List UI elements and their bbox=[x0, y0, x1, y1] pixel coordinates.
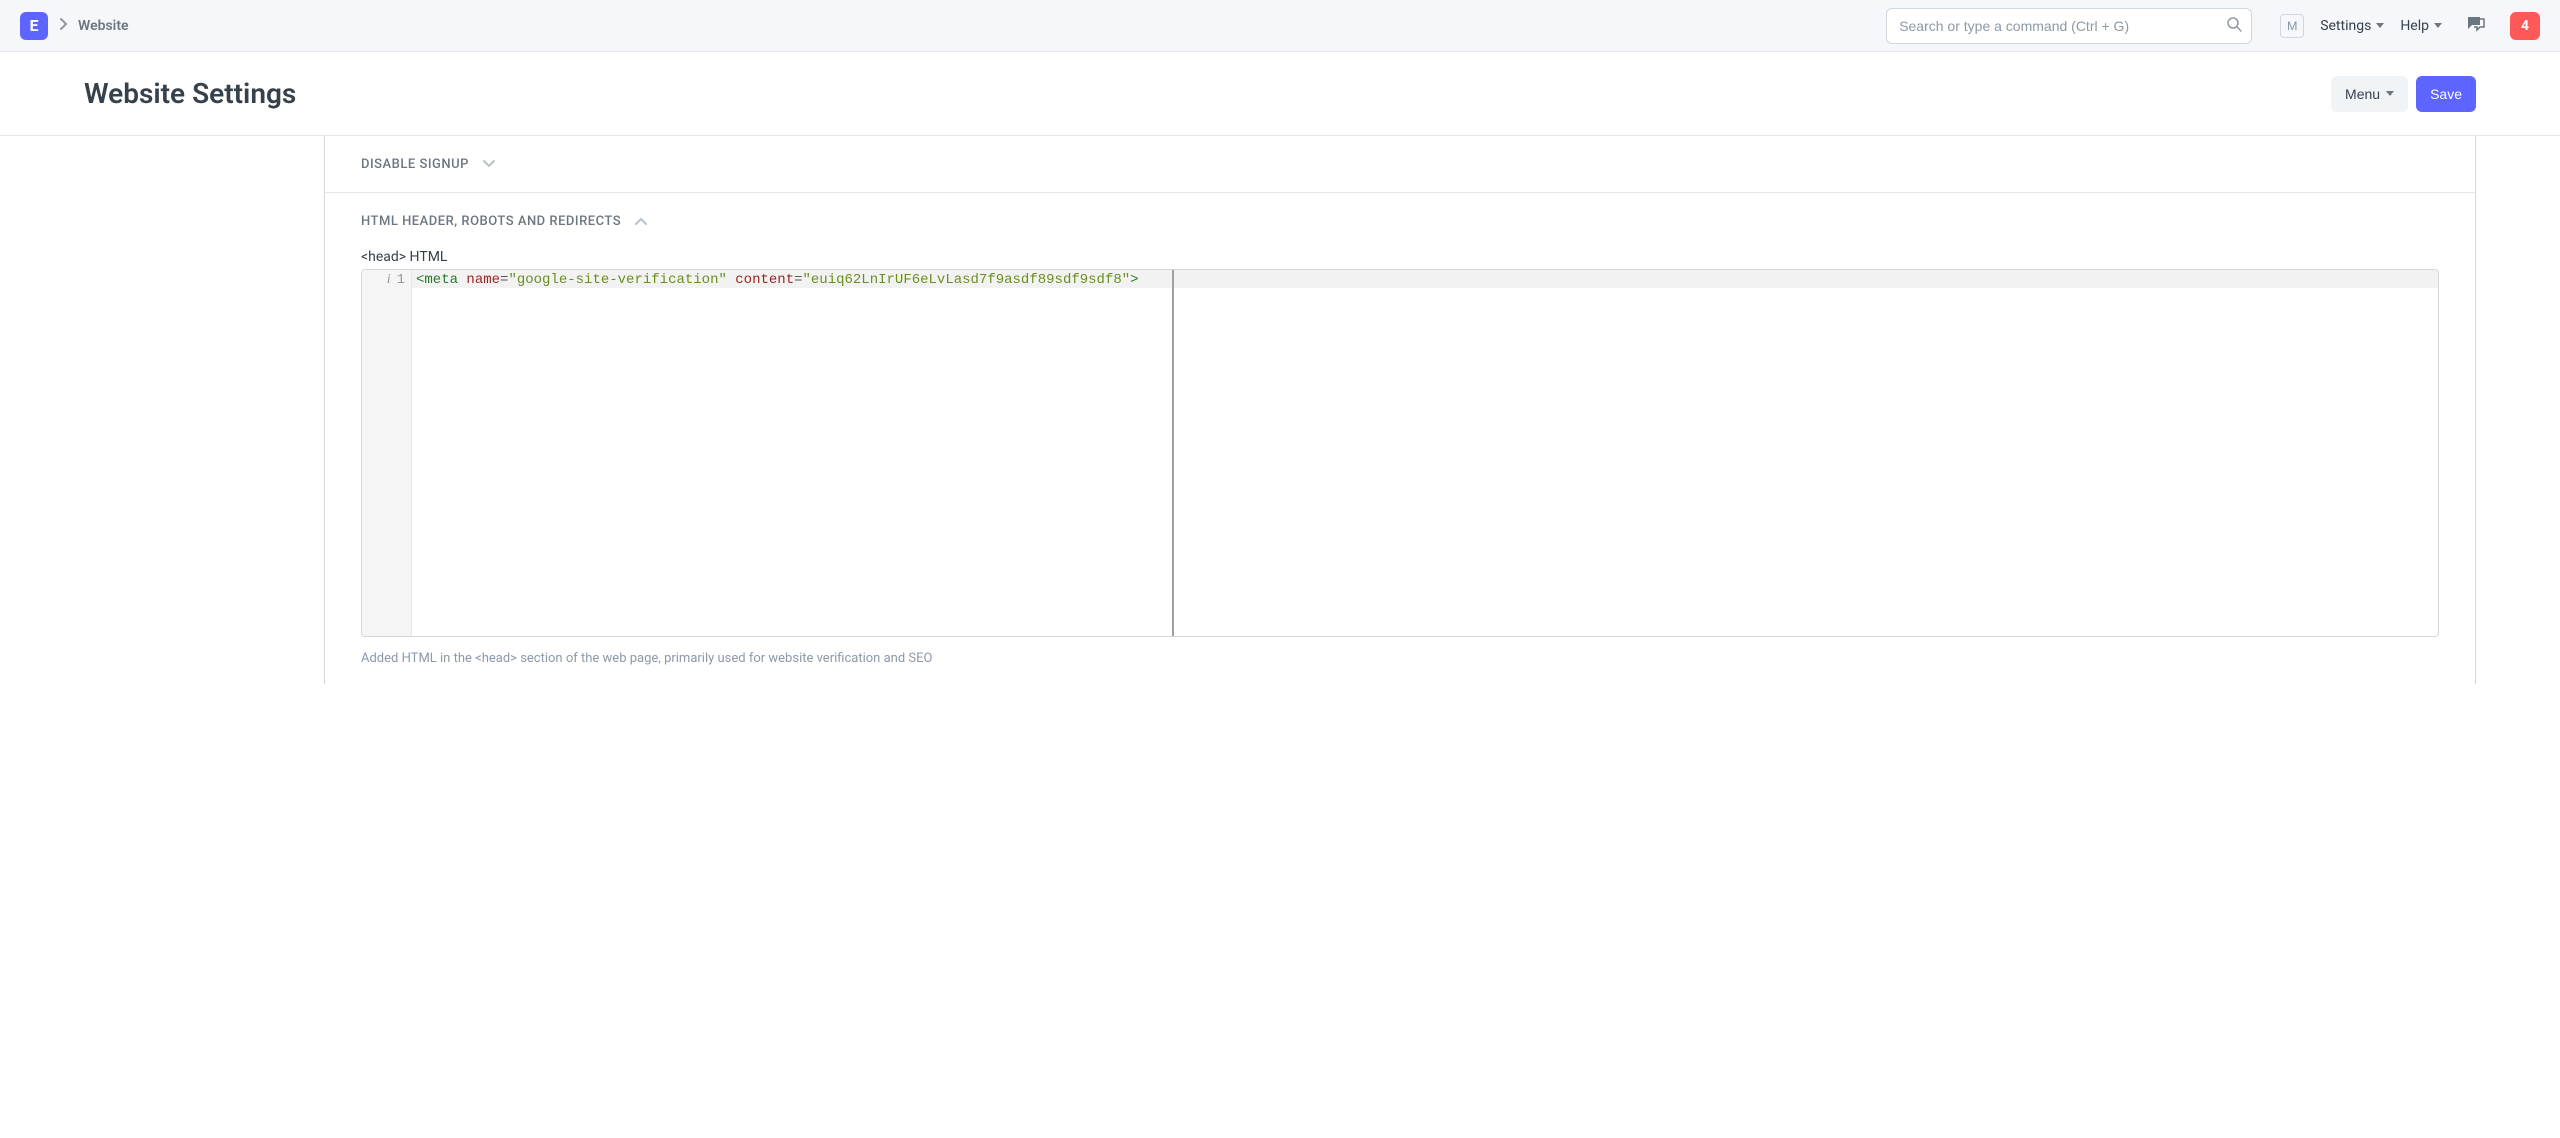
caret-down-icon bbox=[2434, 23, 2442, 28]
chevron-right-icon bbox=[60, 18, 68, 34]
settings-menu[interactable]: Settings bbox=[2320, 18, 2384, 34]
code-area[interactable]: <meta name="google-site-verification" co… bbox=[412, 270, 2438, 636]
notification-count-badge[interactable]: 4 bbox=[2510, 12, 2540, 40]
chevron-down-icon bbox=[483, 156, 495, 172]
caret-down-icon bbox=[2386, 91, 2394, 96]
settings-label: Settings bbox=[2320, 18, 2371, 34]
section-title: Disable Signup bbox=[361, 157, 469, 172]
keyboard-shortcut-badge: M bbox=[2280, 14, 2304, 38]
gutter-info-icon: i bbox=[387, 272, 391, 287]
caret-down-icon bbox=[2376, 23, 2384, 28]
help-menu[interactable]: Help bbox=[2400, 18, 2442, 34]
line-number: 1 bbox=[397, 272, 405, 288]
search-input[interactable] bbox=[1886, 8, 2252, 44]
app-logo[interactable]: E bbox=[20, 12, 48, 40]
section-body-html-header: <head> HTML i1 <meta name="google-site-v… bbox=[325, 249, 2475, 684]
header-actions: Menu Save bbox=[2331, 76, 2476, 112]
chat-icon[interactable] bbox=[2466, 15, 2486, 37]
topbar: E Website M Settings Help 4 bbox=[0, 0, 2560, 52]
section-title: HTML Header, Robots and Redirects bbox=[361, 214, 621, 229]
menu-button[interactable]: Menu bbox=[2331, 76, 2408, 112]
field-help-text: Added HTML in the <head> section of the … bbox=[361, 651, 2439, 666]
chevron-up-icon bbox=[635, 213, 647, 229]
content-area: Disable Signup HTML Header, Robots and R… bbox=[0, 136, 2560, 684]
menu-label: Menu bbox=[2345, 86, 2380, 102]
section-html-header[interactable]: HTML Header, Robots and Redirects bbox=[325, 193, 2475, 249]
section-disable-signup[interactable]: Disable Signup bbox=[325, 136, 2475, 193]
cursor-position-bar bbox=[1172, 270, 1174, 636]
save-button[interactable]: Save bbox=[2416, 76, 2476, 112]
code-line-1: <meta name="google-site-verification" co… bbox=[412, 270, 2438, 288]
code-editor[interactable]: i1 <meta name="google-site-verification"… bbox=[361, 269, 2439, 637]
breadcrumb-website[interactable]: Website bbox=[78, 18, 129, 34]
code-gutter: i1 bbox=[362, 270, 412, 636]
field-label-head-html: <head> HTML bbox=[361, 249, 2439, 265]
page-header: Website Settings Menu Save bbox=[0, 52, 2560, 136]
page-title: Website Settings bbox=[84, 77, 296, 110]
search-container bbox=[1886, 8, 2252, 44]
help-label: Help bbox=[2400, 18, 2429, 34]
main-panel: Disable Signup HTML Header, Robots and R… bbox=[324, 136, 2476, 684]
